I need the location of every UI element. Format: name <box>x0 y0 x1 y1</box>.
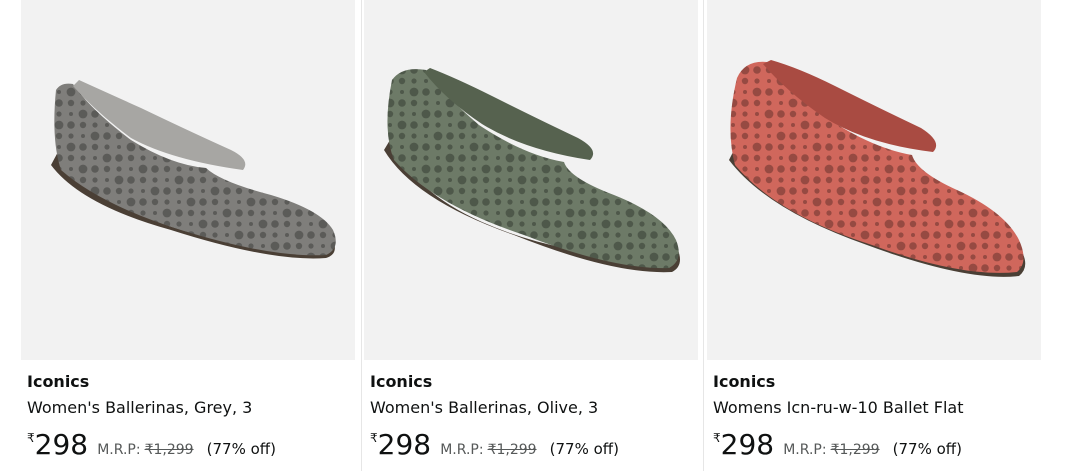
product-card[interactable]: Iconics Women's Ballerinas, Olive, 3 ₹29… <box>364 0 698 471</box>
shoe-illustration <box>729 60 1026 277</box>
product-brand: Iconics <box>27 372 90 391</box>
price-row: ₹298 M.R.P: ₹1,299 (77% off) <box>713 428 962 462</box>
product-title[interactable]: Womens Icn-ru-w-10 Ballet Flat <box>713 398 964 417</box>
discount-percent: (77% off) <box>549 440 619 458</box>
price: 298 <box>34 428 89 461</box>
product-title[interactable]: Women's Ballerinas, Grey, 3 <box>27 398 252 417</box>
product-card[interactable]: Iconics Womens Icn-ru-w-10 Ballet Flat ₹… <box>707 0 1041 471</box>
mrp-value: ₹1,299 <box>830 442 880 458</box>
mrp-label: M.R.P: <box>783 442 827 458</box>
price-row: ₹298 M.R.P: ₹1,299 (77% off) <box>27 428 276 462</box>
product-title[interactable]: Women's Ballerinas, Olive, 3 <box>370 398 598 417</box>
shoe-illustration <box>51 80 336 259</box>
price-row: ₹298 M.R.P: ₹1,299 (77% off) <box>370 428 619 462</box>
currency-symbol: ₹ <box>370 431 378 445</box>
currency-symbol: ₹ <box>27 431 35 445</box>
mrp-value: ₹1,299 <box>487 442 537 458</box>
product-image[interactable] <box>21 0 355 360</box>
mrp-value: ₹1,299 <box>144 442 194 458</box>
discount-percent: (77% off) <box>206 440 276 458</box>
currency-symbol: ₹ <box>713 431 721 445</box>
mrp-label: M.R.P: <box>97 442 141 458</box>
product-card[interactable]: Iconics Women's Ballerinas, Grey, 3 ₹298… <box>21 0 355 471</box>
grid-divider <box>361 0 362 471</box>
product-image[interactable] <box>364 0 698 360</box>
product-brand: Iconics <box>370 372 433 391</box>
product-image[interactable] <box>707 0 1041 360</box>
price: 298 <box>720 428 775 461</box>
price: 298 <box>377 428 432 461</box>
mrp-label: M.R.P: <box>440 442 484 458</box>
shoe-illustration <box>384 68 680 273</box>
grid-divider <box>703 0 704 471</box>
discount-percent: (77% off) <box>892 440 962 458</box>
product-brand: Iconics <box>713 372 776 391</box>
